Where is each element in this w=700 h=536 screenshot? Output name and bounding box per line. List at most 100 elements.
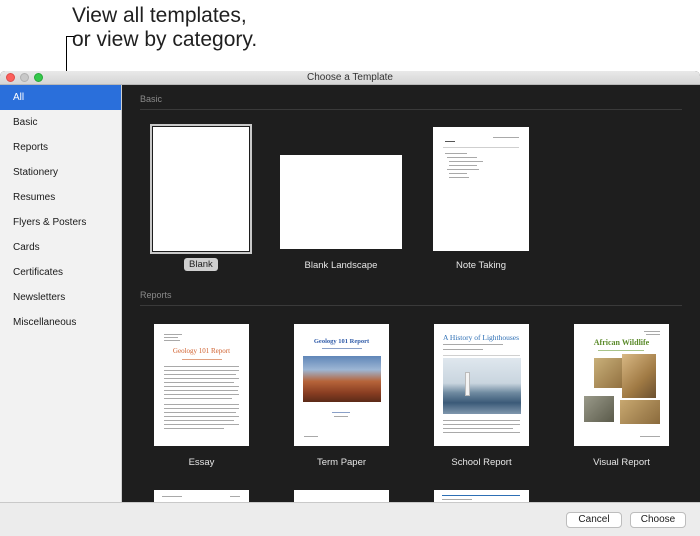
sidebar-item-stationery[interactable]: Stationery <box>0 160 121 185</box>
page-line <box>640 436 660 437</box>
giraffe-closeup-photo <box>622 354 656 398</box>
page-line <box>442 495 520 496</box>
dialog-footer: Cancel Choose <box>0 502 700 536</box>
page-line <box>164 394 239 395</box>
page-line <box>164 366 239 367</box>
section-label-basic: Basic <box>140 94 163 104</box>
page-line <box>334 416 348 417</box>
template-thumb-blank[interactable] <box>150 124 252 254</box>
choose-button[interactable]: Choose <box>630 512 686 528</box>
page-line <box>164 412 236 413</box>
page-line <box>164 404 239 405</box>
page-line <box>449 165 477 166</box>
page-line <box>445 153 467 154</box>
template-thumb-essay[interactable]: Geology 101 Report <box>154 324 249 446</box>
giraffes-photo <box>620 400 660 424</box>
page-line <box>164 424 239 425</box>
cancel-button[interactable]: Cancel <box>566 512 622 528</box>
essay-title: Geology 101 Report <box>172 347 231 355</box>
sidebar-item-resumes[interactable]: Resumes <box>0 185 121 210</box>
title-bar[interactable]: Choose a Template <box>0 71 700 85</box>
page-line <box>164 416 239 417</box>
sidebar-item-basic[interactable]: Basic <box>0 110 121 135</box>
template-thumb-partial[interactable] <box>434 490 529 502</box>
template-caption-essay[interactable]: Essay <box>154 457 249 468</box>
canyon-photo <box>303 356 381 402</box>
page-line <box>164 386 239 387</box>
page-line <box>443 428 513 429</box>
page-line <box>164 378 239 379</box>
page-line <box>164 340 180 341</box>
page-line <box>443 349 483 350</box>
page-line <box>164 337 178 338</box>
sidebar-item-flyers-posters[interactable]: Flyers & Posters <box>0 210 121 235</box>
page-line <box>332 412 350 413</box>
page-line <box>447 157 477 158</box>
template-caption-blank-landscape[interactable]: Blank Landscape <box>280 260 402 271</box>
sidebar-item-reports[interactable]: Reports <box>0 135 121 160</box>
template-thumb-blank-landscape[interactable] <box>280 155 402 249</box>
page-line <box>162 496 182 497</box>
page-line <box>442 499 472 500</box>
school-report-title: A History of Lighthouses <box>443 333 520 342</box>
page-line <box>164 398 232 399</box>
page-line <box>322 348 362 349</box>
callout-text: View all templates, or view by category. <box>72 4 257 52</box>
callout-line-1: View all templates, <box>72 4 247 27</box>
page-line <box>164 334 182 335</box>
sidebar-item-cards[interactable]: Cards <box>0 235 121 260</box>
page-line <box>447 169 479 170</box>
page-line <box>164 370 239 371</box>
template-caption-term-paper[interactable]: Term Paper <box>294 457 389 468</box>
template-caption-school-report[interactable]: School Report <box>434 457 529 468</box>
page-line <box>449 177 469 178</box>
sidebar-item-certificates[interactable]: Certificates <box>0 260 121 285</box>
section-divider <box>140 109 682 110</box>
template-caption-note-taking[interactable]: Note Taking <box>433 260 529 271</box>
page-line <box>443 420 520 421</box>
template-thumb-partial[interactable] <box>154 490 249 502</box>
page-line <box>304 436 318 437</box>
page-line <box>182 359 222 360</box>
template-chooser-window: Choose a Template All Basic Reports Stat… <box>0 71 700 536</box>
sidebar-item-all[interactable]: All <box>0 85 121 110</box>
template-thumb-term-paper[interactable]: Geology 101 Report <box>294 324 389 446</box>
page-line <box>449 173 467 174</box>
callout-line-2: or view by category. <box>72 28 258 51</box>
template-caption-visual-report[interactable]: Visual Report <box>574 457 669 468</box>
page-line <box>164 420 234 421</box>
page-line <box>443 424 520 425</box>
template-gallery: Basic Blank Blank Landscape Note Taking … <box>122 85 700 502</box>
page-line <box>230 496 240 497</box>
template-caption-blank[interactable]: Blank <box>184 258 218 271</box>
page-line <box>443 355 520 356</box>
page-line <box>164 428 224 429</box>
lighthouse-tower <box>465 372 470 396</box>
page-line <box>164 382 234 383</box>
page-line <box>443 344 503 345</box>
sidebar-item-miscellaneous[interactable]: Miscellaneous <box>0 310 121 335</box>
visual-report-title: African Wildlife <box>593 338 650 347</box>
page-line <box>646 334 660 335</box>
window-title: Choose a Template <box>307 72 393 83</box>
section-label-reports: Reports <box>140 290 172 300</box>
page-line <box>164 374 236 375</box>
page-line <box>164 408 239 409</box>
template-thumb-note-taking[interactable] <box>433 127 529 251</box>
elephant-photo <box>584 396 614 422</box>
page-line <box>445 141 455 142</box>
page-line <box>644 331 660 332</box>
page-line <box>598 350 644 351</box>
template-thumb-school-report[interactable]: A History of Lighthouses <box>434 324 529 446</box>
template-thumb-partial[interactable] <box>294 490 389 502</box>
sidebar-item-newsletters[interactable]: Newsletters <box>0 285 121 310</box>
lighthouse-photo <box>443 358 521 414</box>
page-line <box>443 432 520 433</box>
category-sidebar: All Basic Reports Stationery Resumes Fly… <box>0 85 122 502</box>
section-divider <box>140 305 682 306</box>
page-line <box>493 137 519 138</box>
callout-leader-tick <box>66 36 74 37</box>
page-line <box>443 147 519 148</box>
page-line <box>164 390 238 391</box>
template-thumb-visual-report[interactable]: African Wildlife <box>574 324 669 446</box>
